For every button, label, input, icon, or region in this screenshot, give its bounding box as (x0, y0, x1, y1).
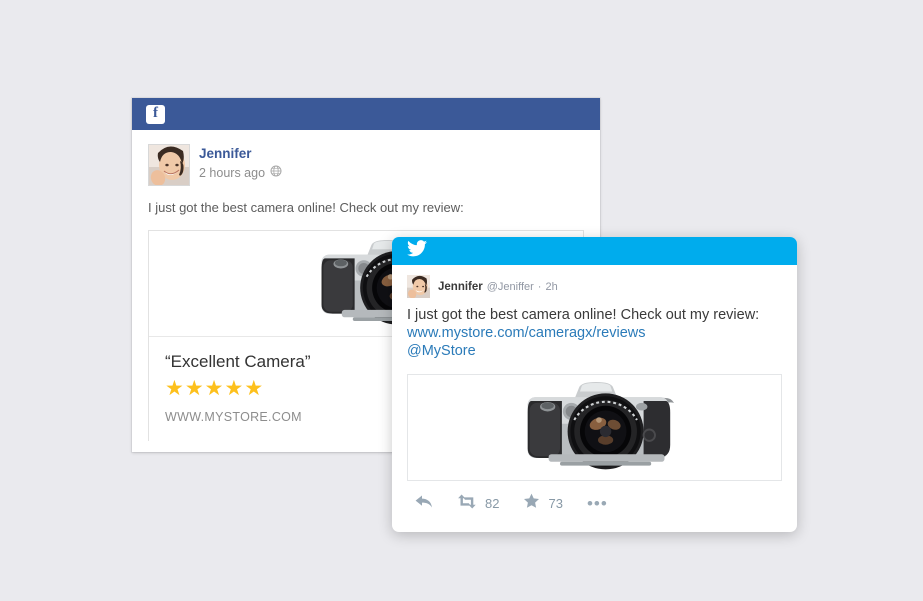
facebook-post-timestamp-row: 2 hours ago (199, 164, 282, 182)
ellipsis-icon: ••• (586, 493, 608, 513)
avatar[interactable] (148, 144, 190, 186)
star-icon: ★ (244, 377, 265, 400)
twitter-action-bar: 82 73 ••• (407, 481, 782, 532)
facebook-author-name[interactable]: Jennifer (199, 145, 282, 162)
star-icon: ★ (224, 377, 245, 400)
twitter-timestamp[interactable]: 2h (545, 281, 557, 293)
dslr-camera-photo (527, 381, 674, 469)
retweet-count: 82 (485, 496, 500, 511)
globe-icon (270, 164, 282, 182)
twitter-tweet-header: Jennifer @Jeniffer · 2h (407, 275, 782, 298)
facebook-post-header: Jennifer 2 hours ago (148, 144, 584, 186)
twitter-tweet-text: I just got the best camera online! Check… (407, 306, 782, 360)
avatar-photo (149, 145, 189, 185)
twitter-tweet-link[interactable]: www.mystore.com/cameragx/reviews (407, 324, 782, 342)
twitter-tweet-card: Jennifer @Jeniffer · 2h I just got the b… (392, 237, 797, 532)
facebook-card-header: f (132, 98, 600, 130)
twitter-tweet-body: I just got the best camera online! Check… (407, 307, 760, 323)
twitter-tweet-image[interactable] (407, 374, 782, 481)
avatar[interactable] (407, 275, 430, 298)
twitter-identity: Jennifer @Jeniffer · 2h (438, 281, 558, 293)
facebook-post-message: I just got the best camera online! Check… (148, 200, 464, 215)
screen-canvas: f Jennifer 2 hours ago I just got the be… (0, 0, 923, 601)
retweet-icon (457, 494, 477, 514)
star-icon: ★ (204, 377, 225, 400)
star-icon (523, 493, 540, 514)
twitter-bird-icon (407, 240, 427, 262)
reply-button[interactable] (415, 494, 433, 514)
avatar-photo (407, 275, 430, 298)
twitter-separator: · (537, 280, 542, 293)
facebook-post-timestamp[interactable]: 2 hours ago (199, 165, 265, 181)
retweet-button[interactable]: 82 (457, 494, 499, 514)
more-options-button[interactable]: ••• (586, 493, 608, 513)
twitter-card-body: Jennifer @Jeniffer · 2h I just got the b… (392, 265, 797, 532)
reply-arrow-icon (415, 494, 433, 514)
favorite-button[interactable]: 73 (523, 493, 563, 514)
facebook-logo-icon: f (146, 104, 165, 124)
facebook-post-meta: Jennifer 2 hours ago (199, 144, 282, 182)
star-icon: ★ (165, 377, 185, 400)
twitter-handle[interactable]: @Jeniffer (487, 281, 534, 293)
twitter-tweet-mention[interactable]: @MyStore (407, 342, 782, 360)
twitter-card-header (392, 237, 797, 265)
twitter-author-name[interactable]: Jennifer (438, 281, 483, 293)
favorite-count: 73 (548, 496, 563, 511)
star-icon: ★ (184, 377, 205, 400)
